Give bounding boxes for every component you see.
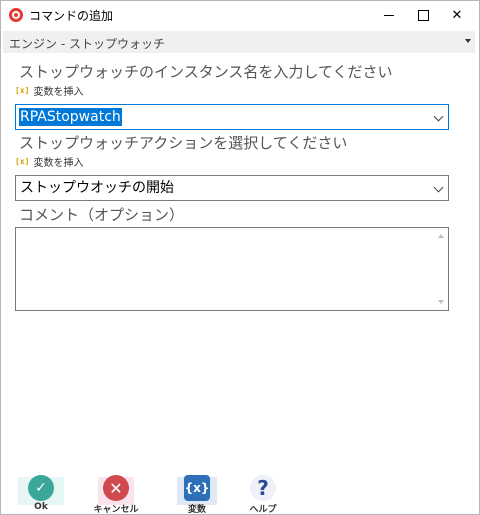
ok-label: Ok — [34, 502, 48, 512]
minimize-icon — [384, 14, 394, 16]
command-title: エンジン - ストップウォッチ — [9, 37, 165, 51]
window-title: コマンドの追加 — [29, 9, 114, 23]
add-command-dialog: コマンドの追加 ✕ エンジン - ストップウォッチ ストップウォッチのインスタン… — [0, 0, 480, 515]
scroll-up-icon[interactable] — [438, 234, 444, 238]
title-bar[interactable]: コマンドの追加 ✕ — [1, 1, 479, 29]
variable-icon: [x] — [15, 157, 30, 166]
maximize-icon — [417, 9, 429, 21]
variable-icon: {x} — [184, 475, 210, 501]
variable-icon: [x] — [15, 86, 30, 95]
comment-scrollbar[interactable] — [434, 228, 448, 310]
cancel-icon: ✕ — [103, 475, 129, 501]
comment-label: コメント（オプション） — [19, 206, 185, 224]
help-button[interactable]: ? ヘルプ — [233, 469, 293, 515]
action-combobox[interactable]: ストップウオッチの開始 — [15, 175, 449, 201]
insert-variable-link-instance[interactable]: [x] 変数を挿入 — [15, 83, 83, 98]
insert-variable-label: 変数を挿入 — [33, 87, 84, 98]
cancel-label: キャンセル — [93, 505, 139, 515]
variables-label: 変数 — [187, 505, 206, 515]
instance-name-combobox[interactable]: RPAStopwatch — [15, 104, 449, 130]
app-logo-icon — [9, 8, 23, 22]
scroll-down-icon[interactable] — [438, 300, 444, 304]
chevron-down-icon[interactable] — [433, 182, 444, 193]
action-value: ストップウオッチの開始 — [20, 180, 174, 196]
ok-button[interactable]: ✓ Ok — [11, 469, 71, 515]
chevron-down-icon[interactable] — [433, 111, 444, 122]
help-label: ヘルプ — [249, 505, 277, 515]
command-header[interactable]: エンジン - ストップウォッチ — [3, 31, 475, 53]
help-icon: ? — [250, 475, 276, 501]
insert-variable-link-action[interactable]: [x] 変数を挿入 — [15, 154, 83, 169]
close-button[interactable]: ✕ — [434, 1, 480, 29]
instance-name-value[interactable]: RPAStopwatch — [19, 108, 122, 126]
instance-name-label: ストップウォッチのインスタンス名を入力してください — [19, 63, 393, 81]
checkmark-icon: ✓ — [28, 475, 54, 501]
caret-down-icon[interactable] — [465, 39, 471, 43]
insert-variable-label: 変数を挿入 — [33, 158, 84, 169]
action-label: ストップウォッチアクションを選択してください — [19, 134, 348, 152]
comment-textarea[interactable] — [15, 227, 449, 311]
cancel-button[interactable]: ✕ キャンセル — [86, 469, 146, 515]
variables-button[interactable]: {x} 変数 — [167, 469, 227, 515]
close-icon: ✕ — [451, 7, 463, 23]
